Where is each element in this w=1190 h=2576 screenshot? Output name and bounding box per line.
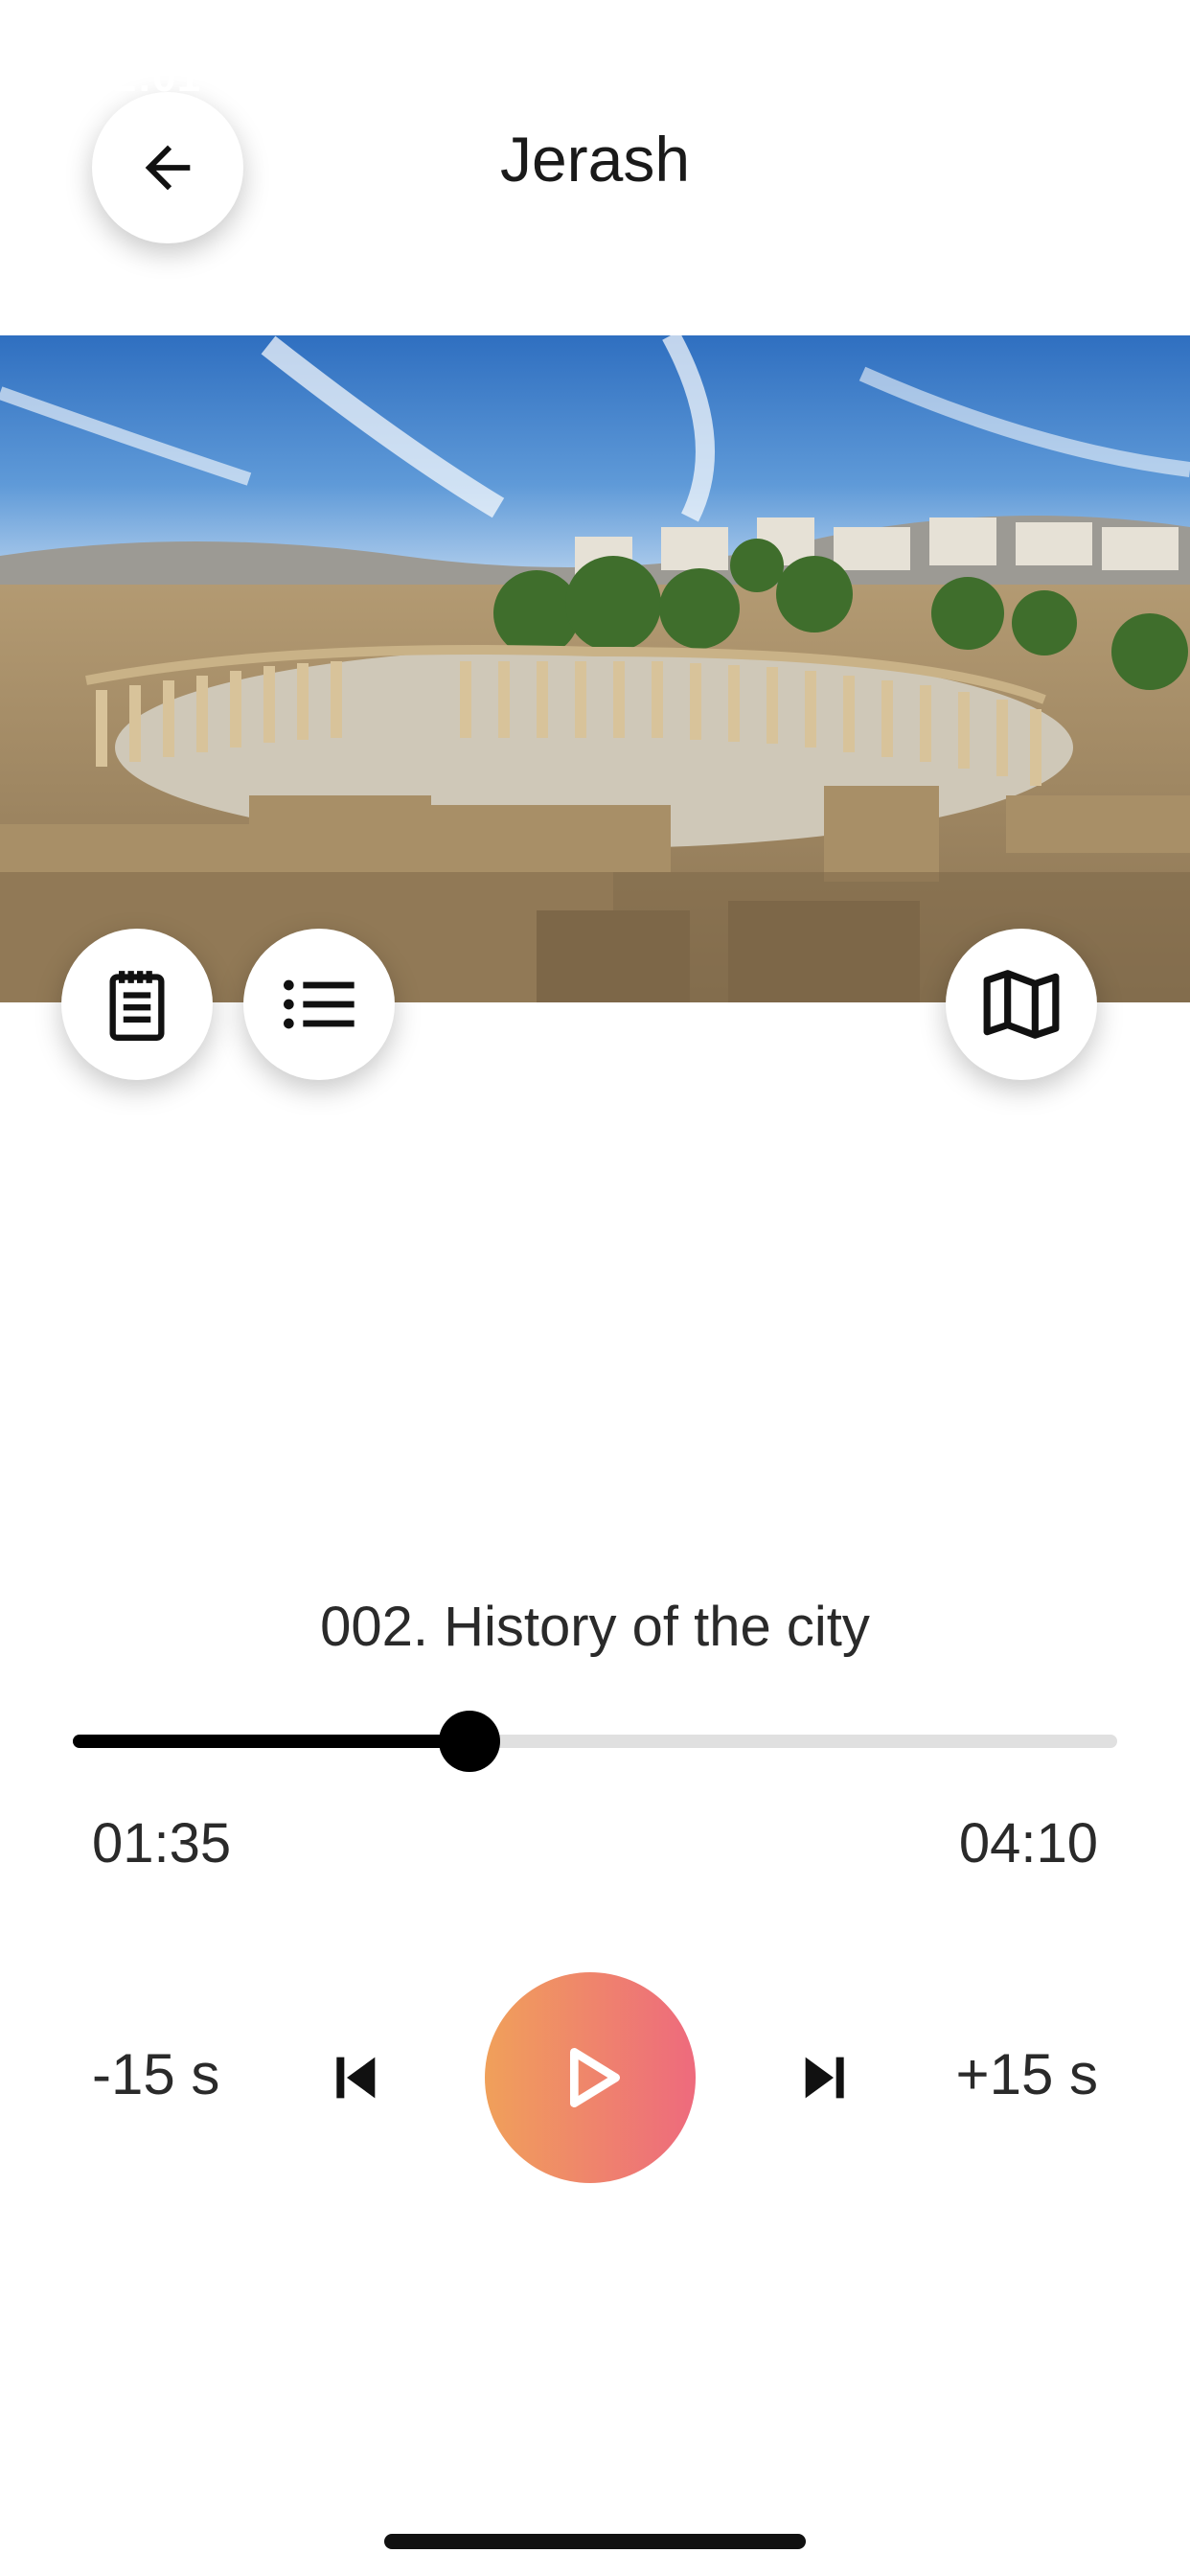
page-title: Jerash	[499, 124, 691, 195]
previous-track-button[interactable]	[316, 2039, 393, 2116]
hero-image	[0, 335, 1190, 1002]
skip-previous-icon	[336, 2057, 376, 2099]
list-icon	[284, 979, 355, 1029]
home-indicator	[384, 2534, 806, 2549]
play-button[interactable]	[485, 1972, 696, 2183]
play-icon	[570, 2048, 620, 2107]
notepad-icon	[109, 971, 165, 1041]
progress-thumb[interactable]	[439, 1711, 501, 1772]
skip-forward-button[interactable]: +15 s	[956, 2041, 1098, 2107]
total-time: 04:10	[958, 1812, 1098, 1874]
current-time: 01:35	[92, 1812, 232, 1874]
map-icon	[983, 970, 1060, 1039]
playlist-button[interactable]	[243, 929, 395, 1080]
track-title: 002. History of the city	[320, 1596, 870, 1658]
notes-button[interactable]	[61, 929, 213, 1080]
status-time: 2:01	[113, 54, 202, 101]
next-track-button[interactable]	[788, 2039, 864, 2116]
header: Jerash	[0, 0, 1190, 335]
skip-back-button[interactable]: -15 s	[92, 2041, 219, 2107]
progress-fill	[73, 1735, 470, 1748]
skip-next-icon	[805, 2057, 844, 2099]
progress-slider[interactable]	[73, 1711, 1117, 1772]
map-button[interactable]	[946, 929, 1097, 1080]
playback-controls: -15 s +15 s	[0, 1972, 1190, 2183]
